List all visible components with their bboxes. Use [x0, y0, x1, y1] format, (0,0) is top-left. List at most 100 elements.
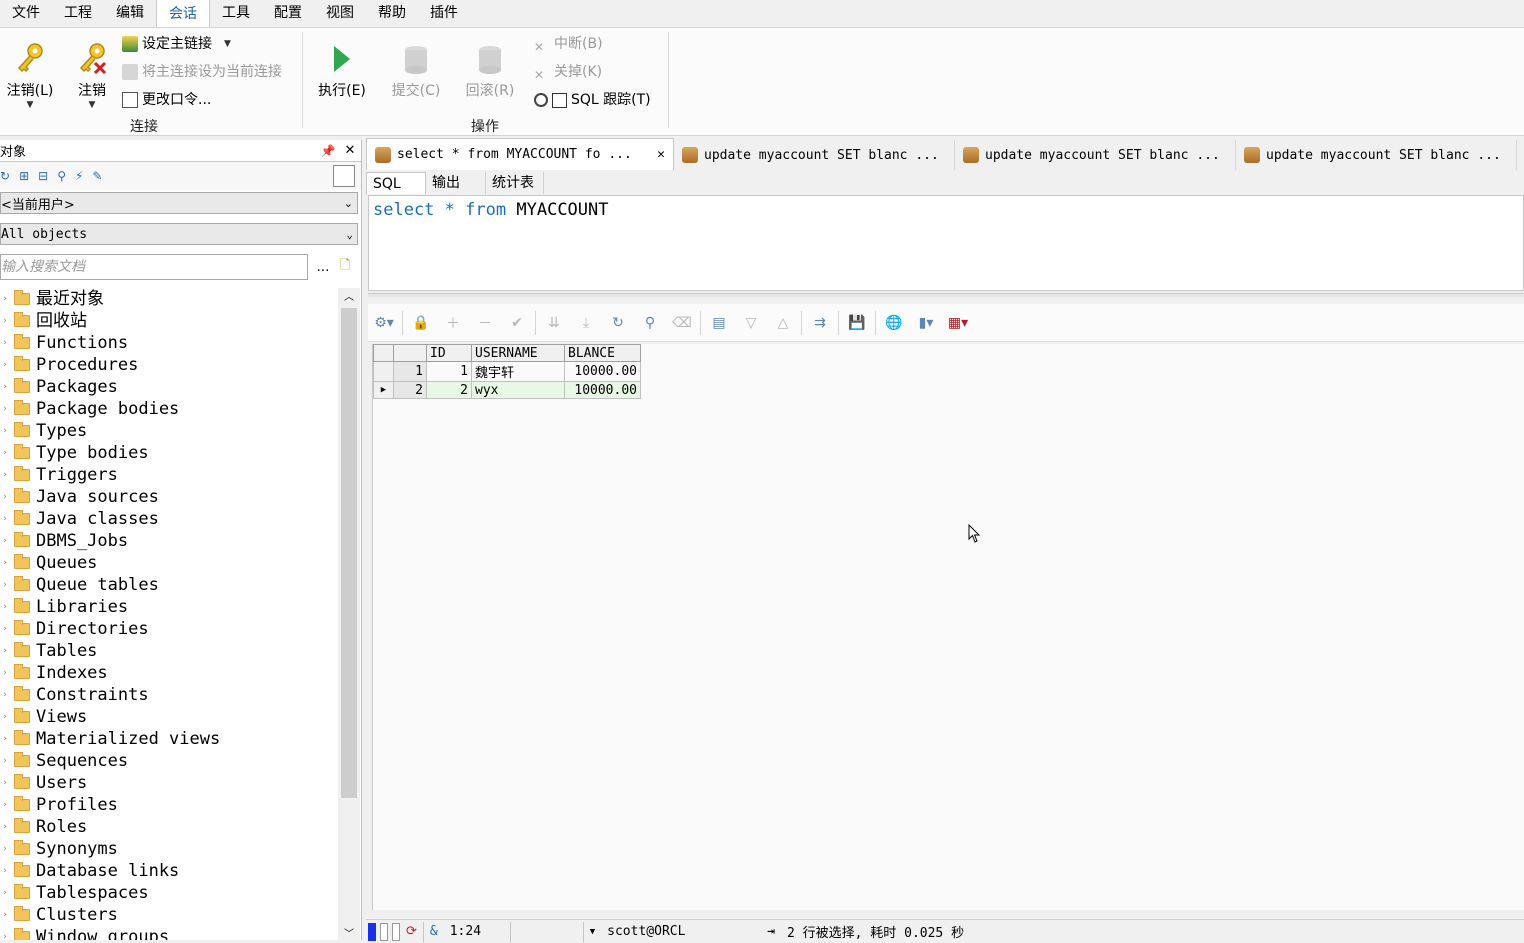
expand-arrow-icon[interactable]: › — [0, 816, 10, 838]
refresh-icon[interactable]: ↻ — [602, 310, 634, 336]
expand-arrow-icon[interactable]: › — [0, 618, 10, 640]
pin-icon[interactable]: 📌 — [317, 144, 339, 158]
expand-arrow-icon[interactable]: › — [0, 420, 10, 442]
tree-item[interactable]: › Libraries — [0, 596, 338, 618]
change-password-button[interactable]: 更改口令... — [122, 89, 211, 111]
tree-scrollbar[interactable]: ︿ ﹀ — [338, 288, 360, 940]
close-icon[interactable]: ✕ — [339, 143, 361, 158]
user-combo[interactable]: <当前用户> ⌄ — [0, 192, 358, 214]
grid-options-icon[interactable]: ⚙▾ — [368, 310, 400, 336]
tree-item[interactable]: › Roles — [0, 816, 338, 838]
chart-icon[interactable]: ▮▾ — [910, 310, 942, 336]
tree-item[interactable]: › Queues — [0, 552, 338, 574]
expand-arrow-icon[interactable]: › — [0, 706, 10, 728]
expand-arrow-icon[interactable]: › — [0, 640, 10, 662]
tree-item[interactable]: › Window groups — [0, 926, 338, 940]
tree-item[interactable]: › Package bodies — [0, 398, 338, 420]
delete-record-icon[interactable]: － — [469, 310, 501, 336]
tree-item[interactable]: › Java classes — [0, 508, 338, 530]
refresh-icon[interactable]: ↻ — [0, 169, 10, 183]
expand-arrow-icon[interactable]: › — [0, 354, 10, 376]
tree-item[interactable]: › 最近对象 — [0, 288, 338, 310]
tree-item[interactable]: › Database links — [0, 860, 338, 882]
find-icon[interactable]: ⚲ — [634, 310, 666, 336]
expand-arrow-icon[interactable]: › — [0, 772, 10, 794]
scrollbar-thumb[interactable] — [341, 308, 357, 798]
tree-item[interactable]: › Directories — [0, 618, 338, 640]
tab-statistics[interactable]: 统计表 — [486, 172, 544, 194]
fetch-last-icon[interactable]: ⤓ — [570, 310, 602, 336]
expand-arrow-icon[interactable]: › — [0, 574, 10, 596]
menu-file[interactable]: 文件 — [0, 0, 52, 27]
expand-arrow-icon[interactable]: › — [0, 596, 10, 618]
tree-item[interactable]: › Packages — [0, 376, 338, 398]
expand-arrow-icon[interactable]: › — [0, 288, 10, 310]
expand-arrow-icon[interactable]: › — [0, 904, 10, 926]
view-toggle-button[interactable] — [333, 165, 355, 187]
set-primary-connection-button[interactable]: 设定主链接 ▼ — [122, 33, 231, 55]
expand-arrow-icon[interactable]: › — [0, 838, 10, 860]
rollback-button[interactable]: 回滚(R) — [460, 38, 520, 100]
table-row[interactable]: 1 1 魏宇轩 10000.00 — [373, 361, 641, 382]
lock-icon[interactable]: 🔒 — [405, 310, 437, 336]
clear-icon[interactable]: ⌫ — [666, 310, 698, 336]
menu-edit[interactable]: 编辑 — [104, 0, 156, 27]
logon-button[interactable]: 注销(L) ▼ — [0, 38, 60, 110]
expand-arrow-icon[interactable]: › — [0, 508, 10, 530]
expand-arrow-icon[interactable]: › — [0, 750, 10, 772]
expand-arrow-icon[interactable]: › — [0, 310, 10, 332]
logoff-button[interactable]: 注销 ▼ — [62, 38, 122, 110]
next-record-icon[interactable]: ▽ — [735, 310, 767, 336]
expand-arrow-icon[interactable]: › — [0, 486, 10, 508]
expand-arrow-icon[interactable]: › — [0, 332, 10, 354]
tree-item[interactable]: › Tables — [0, 640, 338, 662]
tree-item[interactable]: › Constraints — [0, 684, 338, 706]
tree-item[interactable]: › Users — [0, 772, 338, 794]
table-row[interactable]: ▶ 2 2 wyx 10000.00 — [373, 381, 641, 399]
cell-id[interactable]: 1 — [426, 361, 472, 382]
expand-arrow-icon[interactable]: › — [0, 728, 10, 750]
expand-arrow-icon[interactable]: › — [0, 662, 10, 684]
tab-sql[interactable]: SQL — [366, 172, 426, 194]
expand-arrow-icon[interactable]: › — [0, 552, 10, 574]
cell-blance[interactable]: 10000.00 — [564, 361, 641, 382]
expand-arrow-icon[interactable]: › — [0, 860, 10, 882]
menu-help[interactable]: 帮助 — [366, 0, 418, 27]
connection-label[interactable]: scott@ORCL — [601, 924, 761, 939]
object-filter-combo[interactable]: All objects ⌄ — [0, 223, 358, 245]
close-button[interactable]: ✕ 关掉(K) — [534, 61, 602, 83]
expand-arrow-icon[interactable]: › — [0, 684, 10, 706]
chevron-down-icon[interactable]: ▼ — [584, 927, 601, 937]
tree-item[interactable]: › Indexes — [0, 662, 338, 684]
menu-tools[interactable]: 工具 — [210, 0, 262, 27]
sql-trace-checkbox[interactable] — [552, 92, 567, 108]
expand-arrow-icon[interactable]: › — [0, 376, 10, 398]
expand-icon[interactable]: ⊞ — [19, 169, 29, 183]
expand-arrow-icon[interactable]: › — [0, 794, 10, 816]
menu-session[interactable]: 会话 — [156, 0, 210, 27]
single-record-view-icon[interactable]: ▤ — [703, 310, 735, 336]
tree-item[interactable]: › Synonyms — [0, 838, 338, 860]
tree-item[interactable]: › Procedures — [0, 354, 338, 376]
commit-button[interactable]: 提交(C) — [386, 38, 446, 100]
editor-tab-update-1[interactable]: update myaccount SET blanc ... — [674, 140, 955, 170]
tree-item[interactable]: › Triggers — [0, 464, 338, 486]
expand-arrow-icon[interactable]: › — [0, 398, 10, 420]
tree-item[interactable]: › Sequences — [0, 750, 338, 772]
collapse-icon[interactable]: ⊟ — [38, 169, 48, 183]
tree-item[interactable]: › Functions — [0, 332, 338, 354]
editor-tab-select[interactable]: select * from MYACCOUNT fo ... ✕ — [366, 138, 674, 170]
expand-arrow-icon[interactable]: › — [0, 530, 10, 552]
execute-button[interactable]: 执行(E) — [312, 38, 372, 100]
sql-trace-toggle[interactable]: SQL 跟踪(T) — [534, 89, 651, 111]
close-icon[interactable]: ✕ — [657, 147, 665, 162]
editor-tab-update-2[interactable]: update myaccount SET blanc ... — [955, 140, 1236, 170]
tree-item[interactable]: › Tablespaces — [0, 882, 338, 904]
sql-editor[interactable]: select * from MYACCOUNT — [368, 195, 1524, 291]
previous-record-icon[interactable]: △ — [767, 310, 799, 336]
editor-splitter[interactable] — [368, 293, 1524, 297]
editor-tab-update-3[interactable]: update myaccount SET blanc ... — [1236, 140, 1517, 170]
scroll-up-icon[interactable]: ︿ — [338, 288, 360, 304]
tree-item[interactable]: › Java sources — [0, 486, 338, 508]
query-by-example-icon[interactable]: 🌐 — [878, 310, 910, 336]
